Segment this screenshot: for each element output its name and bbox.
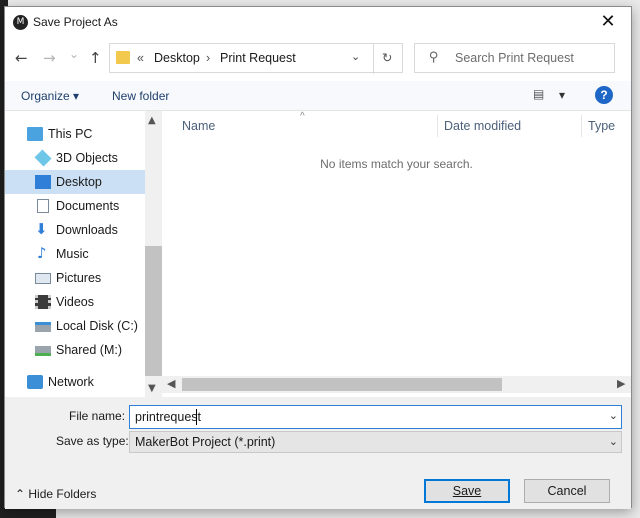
save-type-dropdown-icon[interactable]: ⌄: [609, 435, 618, 448]
recent-locations-button[interactable]: ⌄: [69, 47, 79, 61]
address-dropdown-icon[interactable]: ⌄: [351, 50, 360, 63]
network-icon: [27, 375, 43, 389]
sort-indicator-icon: ^: [300, 111, 305, 122]
sidebar-item-label: Music: [56, 247, 89, 261]
sidebar-item-label: Videos: [56, 295, 94, 309]
sidebar-item-label: Downloads: [56, 223, 118, 237]
column-header-name[interactable]: Name: [182, 119, 215, 133]
text-caret: [196, 409, 197, 425]
sidebar-item-downloads[interactable]: ⬇ Downloads: [5, 218, 145, 242]
sidebar-scrollbar[interactable]: ▲ ▼: [145, 111, 162, 397]
address-bar[interactable]: « Desktop › Print Request ⌄ ↻: [109, 43, 403, 74]
command-bar: Organize ▾ New folder ▤ ▾ ?: [5, 81, 631, 111]
address-divider: [373, 44, 374, 74]
column-divider[interactable]: [437, 115, 438, 137]
sidebar-item-documents[interactable]: Documents: [5, 194, 145, 218]
sidebar-item-pictures[interactable]: Pictures: [5, 266, 145, 290]
scroll-right-icon[interactable]: ▶: [617, 377, 625, 390]
sidebar-item-music[interactable]: ♪ Music: [5, 242, 145, 266]
save-dialog: M Save Project As ✕ ← → ⌄ ↑ « Desktop › …: [4, 6, 632, 509]
sidebar-item-label: Network: [48, 375, 94, 389]
pc-icon: [27, 127, 43, 141]
back-button[interactable]: ←: [15, 49, 28, 67]
navigation-bar: ← → ⌄ ↑ « Desktop › Print Request ⌄ ↻ ⚲ …: [5, 37, 631, 81]
music-icon: ♪: [37, 244, 47, 262]
save-type-label: Save as type:: [56, 434, 129, 448]
scroll-left-icon[interactable]: ◀: [167, 377, 175, 390]
sidebar-scroll-thumb[interactable]: [145, 246, 162, 376]
save-type-value: MakerBot Project (*.print): [135, 435, 276, 449]
file-list-scrollbar[interactable]: ◀ ▶: [162, 376, 631, 393]
folder-icon: [116, 51, 130, 64]
sidebar-item-desktop[interactable]: Desktop: [5, 170, 145, 194]
title-bar: M Save Project As ✕: [5, 7, 631, 37]
pictures-icon: [35, 273, 51, 284]
organize-menu[interactable]: Organize ▾: [21, 89, 79, 103]
scroll-up-icon[interactable]: ▲: [148, 115, 156, 126]
breadcrumb-desktop[interactable]: Desktop: [154, 51, 200, 65]
close-button[interactable]: ✕: [585, 7, 631, 37]
drive-icon: [35, 322, 51, 332]
sidebar-item-local-disk[interactable]: Local Disk (C:): [5, 314, 145, 338]
sidebar-item-shared[interactable]: Shared (M:): [5, 338, 145, 362]
file-name-field[interactable]: printrequest ⌄: [129, 405, 622, 429]
new-folder-button[interactable]: New folder: [112, 89, 169, 103]
sidebar-item-3d-objects[interactable]: 3D Objects: [5, 146, 145, 170]
view-dropdown-icon[interactable]: ▾: [559, 88, 565, 102]
save-button-label: Save: [452, 484, 482, 498]
file-list-scroll-thumb[interactable]: [182, 378, 502, 391]
save-form: File name: printrequest ⌄ Save as type: …: [5, 397, 631, 509]
save-button[interactable]: Save: [424, 479, 510, 503]
window-title: Save Project As: [33, 15, 118, 29]
sidebar-item-label: Pictures: [56, 271, 102, 285]
sidebar-item-label: Shared (M:): [56, 343, 122, 357]
view-options-icon[interactable]: ▤: [533, 87, 544, 101]
up-button[interactable]: ↑: [89, 49, 102, 67]
file-name-dropdown-icon[interactable]: ⌄: [609, 409, 618, 422]
taskbar-edge: [0, 508, 56, 518]
sidebar-item-network[interactable]: Network: [5, 370, 145, 394]
empty-message: No items match your search.: [320, 157, 473, 171]
scroll-down-icon[interactable]: ▼: [148, 383, 156, 394]
search-icon: ⚲: [429, 50, 439, 65]
cancel-button[interactable]: Cancel: [524, 479, 610, 503]
column-header-date-modified[interactable]: Date modified: [444, 119, 521, 133]
column-header-type[interactable]: Type: [588, 119, 615, 133]
downloads-icon: ⬇: [35, 220, 48, 238]
sidebar-item-label: Documents: [56, 199, 120, 213]
column-divider[interactable]: [581, 115, 582, 137]
help-icon[interactable]: ?: [595, 86, 613, 104]
sidebar-item-this-pc[interactable]: This PC: [5, 122, 145, 146]
file-name-label: File name:: [69, 409, 126, 423]
search-box[interactable]: ⚲ Search Print Request: [414, 43, 615, 73]
hide-folders-button[interactable]: ⌃ Hide Folders: [15, 487, 96, 501]
sidebar-item-label: This PC: [48, 127, 93, 141]
file-list: ^ Name Date modified Type No items match…: [162, 111, 631, 397]
navigation-pane: This PC 3D Objects Desktop Documents ⬇ D…: [5, 111, 145, 397]
sidebar-item-label: 3D Objects: [56, 151, 118, 165]
search-input[interactable]: Search Print Request: [455, 51, 574, 65]
breadcrumb-overflow[interactable]: «: [137, 51, 144, 65]
desktop-icon: [35, 175, 51, 189]
network-drive-icon: [35, 346, 51, 356]
sidebar-item-label: Local Disk (C:): [56, 319, 138, 333]
save-type-select[interactable]: MakerBot Project (*.print) ⌄: [129, 431, 622, 453]
documents-icon: [37, 199, 49, 213]
forward-button[interactable]: →: [43, 49, 56, 67]
file-name-input[interactable]: printrequest: [135, 410, 201, 424]
makerbot-app-icon: M: [13, 15, 28, 30]
breadcrumb-print-request[interactable]: Print Request: [220, 51, 296, 65]
breadcrumb-separator: ›: [206, 51, 211, 65]
3d-objects-icon: [34, 149, 52, 167]
refresh-icon[interactable]: ↻: [382, 50, 392, 65]
sidebar-item-label: Desktop: [56, 175, 102, 189]
sidebar-item-videos[interactable]: Videos: [5, 290, 145, 314]
videos-icon: [35, 295, 51, 309]
